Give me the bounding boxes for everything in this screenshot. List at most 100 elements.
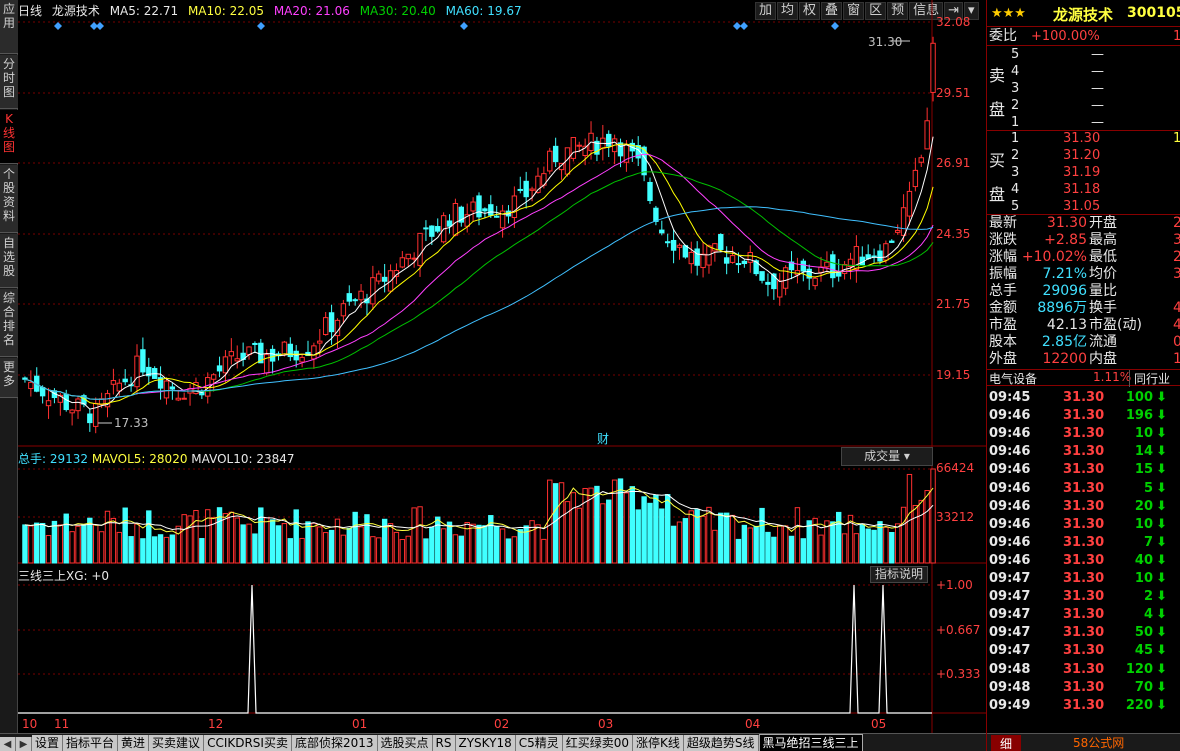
industry-name: 电气设备 bbox=[989, 372, 1038, 386]
candle-body bbox=[399, 257, 406, 268]
scroll-right-icon[interactable]: ▶ bbox=[16, 737, 32, 751]
stat-row: 股本 2.85亿流通 0. bbox=[987, 334, 1180, 351]
indicator-help-button[interactable]: 指标说明 bbox=[870, 566, 928, 583]
level-price: — bbox=[1091, 64, 1104, 79]
candle-body bbox=[110, 380, 117, 385]
detail-tab[interactable]: 细 bbox=[991, 735, 1021, 751]
tab-limit-up[interactable]: 涨停K线 bbox=[633, 735, 684, 751]
tick-price: 31.30 bbox=[1063, 534, 1105, 550]
candle-body bbox=[570, 137, 577, 159]
volume-bar bbox=[747, 527, 753, 564]
tab-super-trend[interactable]: 超级趋势S线 bbox=[683, 735, 759, 751]
tick-time: 09:47 bbox=[989, 643, 1031, 659]
level-price: — bbox=[1091, 47, 1104, 62]
volume-bar bbox=[140, 538, 146, 564]
volume-bar bbox=[889, 532, 895, 564]
volume-bar bbox=[287, 538, 294, 564]
tick-volume: 15 bbox=[1134, 462, 1153, 478]
stat-value: 7.21% bbox=[1042, 266, 1087, 282]
candle-body bbox=[659, 229, 665, 234]
tab-kline[interactable]: K线图 bbox=[0, 110, 18, 164]
tab-intraday[interactable]: 分时图 bbox=[0, 55, 18, 109]
volume-bar bbox=[163, 536, 170, 564]
finance-marker[interactable]: 财 bbox=[597, 430, 609, 447]
price-axis-label: 26.91 bbox=[936, 156, 971, 170]
candle-body bbox=[547, 150, 553, 172]
tick-time: 09:46 bbox=[989, 444, 1031, 460]
tick-time: 09:46 bbox=[989, 480, 1031, 496]
volume-bar bbox=[664, 494, 671, 564]
candle-body bbox=[700, 253, 706, 269]
tab-apps[interactable]: 应用 bbox=[0, 0, 18, 54]
tab-more[interactable]: 更多 bbox=[0, 358, 18, 398]
volume-bar bbox=[175, 525, 181, 564]
weibi-value: +100.00% bbox=[1031, 29, 1100, 44]
candle-body bbox=[735, 263, 742, 266]
volume-bar bbox=[405, 535, 411, 564]
tab-stock-pick[interactable]: 选股买点 bbox=[377, 735, 433, 751]
volume-bar bbox=[818, 534, 824, 564]
tab-stock-info[interactable]: 个股资料 bbox=[0, 165, 18, 233]
candle-body bbox=[181, 397, 187, 400]
tick-row: 09:47 31.30 10 ⬇ bbox=[987, 570, 1180, 587]
tab-trade-advice[interactable]: 买卖建议 bbox=[149, 735, 205, 751]
divider bbox=[987, 26, 1180, 27]
stat-value: 12200 bbox=[1042, 351, 1087, 367]
tab-red-green[interactable]: 红买绿卖00 bbox=[562, 735, 634, 751]
down-arrow-icon: ⬇ bbox=[1156, 426, 1167, 442]
stat-row: 金额 8896万 换手 4 bbox=[987, 300, 1180, 317]
tab-bottom-detective[interactable]: 底部侦探2013 bbox=[291, 735, 378, 751]
tab-rs[interactable]: RS bbox=[432, 735, 456, 751]
tab-c5[interactable]: C5精灵 bbox=[515, 735, 563, 751]
candle-body bbox=[299, 356, 305, 363]
volume-bar bbox=[228, 511, 235, 564]
stat-label: 市盈(动) bbox=[1089, 317, 1142, 333]
scroll-left-icon[interactable]: ◀ bbox=[0, 737, 16, 751]
candle-body bbox=[134, 355, 140, 388]
tab-zysky18[interactable]: ZYSKY18 bbox=[455, 735, 516, 751]
tab-ccikdrsi[interactable]: CCIKDRSI买卖 bbox=[204, 735, 292, 751]
date-axis-label: 03 bbox=[598, 717, 614, 731]
peer-industry-button[interactable]: 同行业 bbox=[1129, 370, 1170, 387]
bottom-tab-bar: ◀ ▶ 设置 指标平台 黄进 买卖建议 CCIKDRSI买卖 底部侦探2013 选股买点 RS ZY… bbox=[0, 733, 986, 751]
tab-ranking[interactable]: 综合排名 bbox=[0, 289, 18, 357]
volume-indicator-select[interactable]: 成交量 ▾ bbox=[841, 447, 933, 466]
volume-bar bbox=[435, 516, 441, 564]
event-marker-icon bbox=[257, 22, 265, 30]
volume-bar bbox=[411, 507, 417, 564]
tab-indicator-platform[interactable]: 指标平台 bbox=[63, 735, 119, 751]
candle-body bbox=[216, 365, 223, 372]
level-number: 3 bbox=[1011, 81, 1020, 96]
volume-bar bbox=[458, 535, 465, 564]
tab-huangjin[interactable]: 黄进 bbox=[118, 735, 150, 751]
tab-black-horse[interactable]: 黑马绝招三线三上 bbox=[758, 734, 863, 751]
down-arrow-icon: ⬇ bbox=[1156, 516, 1167, 532]
stat-value: +2.85 bbox=[1044, 232, 1087, 248]
stat-label: 内盘 bbox=[1089, 351, 1117, 367]
volume-bar bbox=[794, 507, 801, 564]
stat-label: 量比 bbox=[1089, 283, 1117, 299]
stat-row: 最新 31.30 开盘 2 bbox=[987, 215, 1180, 232]
candle-body bbox=[653, 207, 659, 222]
level-number: 1 bbox=[1011, 115, 1020, 130]
volume-bar bbox=[582, 487, 588, 564]
volume-bar bbox=[635, 509, 641, 564]
tick-time: 09:46 bbox=[989, 462, 1031, 478]
stat-row: 振幅 7.21% 均价 3 bbox=[987, 266, 1180, 283]
tab-watchlist[interactable]: 自选股 bbox=[0, 234, 18, 288]
volume-bar bbox=[900, 506, 907, 564]
chevron-down-icon: ▾ bbox=[903, 449, 910, 463]
candle-body bbox=[900, 207, 907, 236]
volume-bar bbox=[853, 533, 860, 564]
volume-bar bbox=[594, 485, 600, 564]
down-arrow-icon: ⬇ bbox=[1156, 444, 1167, 460]
candle-body bbox=[511, 195, 518, 218]
stat-value: 1 bbox=[1173, 351, 1180, 367]
tab-settings[interactable]: 设置 bbox=[32, 735, 64, 751]
tick-volume: 70 bbox=[1134, 679, 1153, 695]
chart-area[interactable]: 日线 龙源技术 MA5: 22.71 MA10: 22.05 MA20: 21.… bbox=[18, 0, 986, 733]
volume-bar bbox=[930, 468, 936, 564]
volume-bar bbox=[334, 518, 341, 564]
down-arrow-icon: ⬇ bbox=[1156, 462, 1167, 478]
tick-time: 09:46 bbox=[989, 552, 1031, 568]
